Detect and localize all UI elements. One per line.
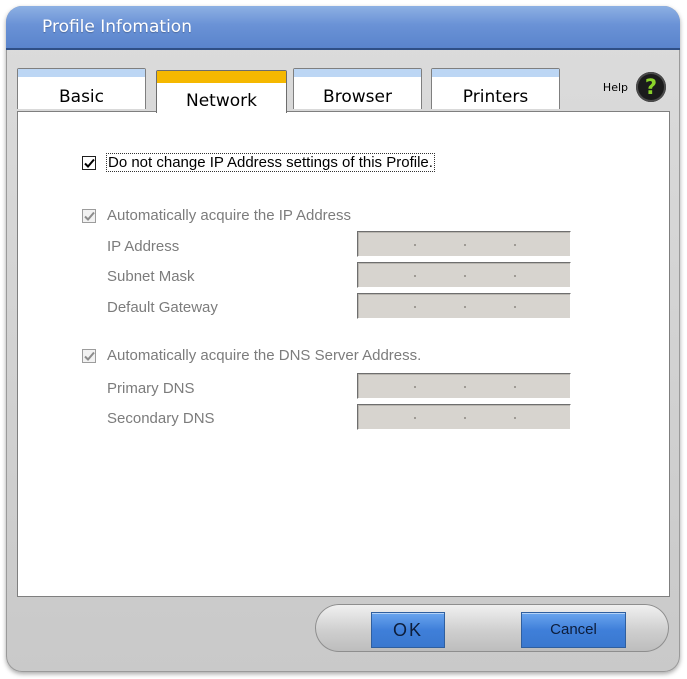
keep-ip-settings-checkbox[interactable] <box>82 156 96 170</box>
tab-accent <box>157 71 286 83</box>
tab-accent <box>432 69 559 77</box>
subnet-mask-label: Subnet Mask <box>107 268 195 285</box>
tab-accent <box>294 69 421 77</box>
tab-label: Network <box>186 91 257 111</box>
check-mark-icon <box>84 351 95 361</box>
tab-network[interactable]: Network <box>156 70 287 113</box>
tab-strip: Basic Network Browser Printers Help ? <box>6 50 680 113</box>
tab-browser[interactable]: Browser <box>293 68 422 109</box>
secondary-dns-label: Secondary DNS <box>107 410 215 427</box>
check-mark-icon <box>84 211 95 221</box>
auto-dns-checkbox[interactable] <box>82 349 96 363</box>
ok-button[interactable]: OK <box>371 612 445 648</box>
tab-accent <box>18 69 145 77</box>
default-gateway-label: Default Gateway <box>107 299 218 316</box>
tab-label: Printers <box>462 87 529 107</box>
check-mark-icon <box>84 158 95 168</box>
title-bar[interactable]: Profile Infomation <box>6 6 680 50</box>
tab-basic[interactable]: Basic <box>17 68 146 109</box>
question-mark-icon[interactable]: ? <box>636 72 666 102</box>
auto-dns-label: Automatically acquire the DNS Server Add… <box>107 347 422 364</box>
cancel-button[interactable]: Cancel <box>521 612 626 648</box>
tab-label: Basic <box>58 87 104 107</box>
window-title: Profile Infomation <box>42 17 192 37</box>
keep-ip-settings-label[interactable]: Do not change IP Address settings of thi… <box>106 153 435 172</box>
ip-address-label: IP Address <box>107 238 180 255</box>
default-gateway-field[interactable] <box>357 293 571 319</box>
network-settings-panel: Do not change IP Address settings of thi… <box>17 111 670 597</box>
help-label: Help <box>602 81 628 94</box>
profile-information-dialog: Profile Infomation Basic Network Browser… <box>6 6 680 672</box>
secondary-dns-field[interactable] <box>357 404 571 430</box>
tab-printers[interactable]: Printers <box>431 68 560 109</box>
ip-address-field[interactable] <box>357 231 571 257</box>
auto-ip-label: Automatically acquire the IP Address <box>107 207 352 224</box>
primary-dns-label: Primary DNS <box>107 380 195 397</box>
tab-label: Browser <box>323 87 392 107</box>
subnet-mask-field[interactable] <box>357 262 571 288</box>
keep-ip-settings-row[interactable]: Do not change IP Address settings of thi… <box>106 153 435 172</box>
primary-dns-field[interactable] <box>357 373 571 399</box>
auto-ip-checkbox[interactable] <box>82 209 96 223</box>
dialog-button-bar: OK Cancel <box>315 604 669 652</box>
